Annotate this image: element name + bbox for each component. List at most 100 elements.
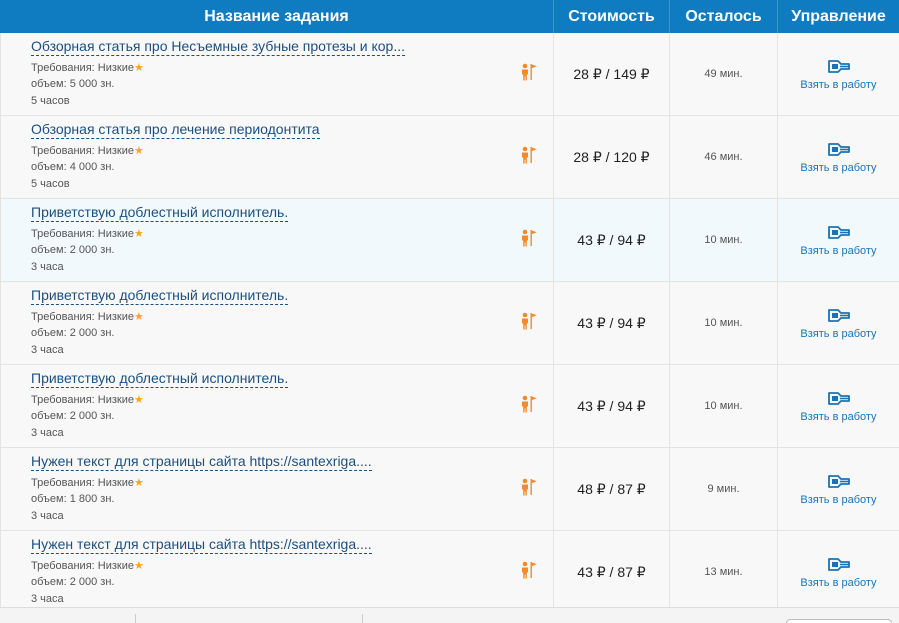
task-cost: 28 ₽ / 120 ₽ [554,116,670,198]
task-duration: 3 часа [31,261,64,273]
person-with-flag-icon [522,63,537,81]
task-title-link[interactable]: Нужен текст для страницы сайта https://s… [31,453,372,471]
task-volume: объем: 2 000 зн. [31,576,115,588]
take-task-action[interactable]: Взять в работу [778,448,899,530]
column-header-cost[interactable]: Стоимость [554,0,670,33]
person-with-flag-icon [522,229,537,247]
task-time-left: 49 мин. [670,33,778,115]
take-task-action[interactable]: Взять в работу [778,282,899,364]
task-duration: 5 часов [31,95,70,107]
requirements-text: Требования: Низкие [31,560,134,572]
task-requirements: Требования: Низкие★ [31,61,144,74]
star-icon: ★ [133,560,144,572]
task-volume: объем: 2 000 зн. [31,244,115,256]
task-cost: 43 ₽ / 94 ₽ [554,282,670,364]
task-cost: 43 ₽ / 87 ₽ [554,531,670,613]
table-row: Приветствую доблестный исполнитель. Треб… [0,282,899,365]
requirements-text: Требования: Низкие [31,228,134,240]
task-title-cell: Обзорная статья про Несъемные зубные про… [0,33,554,115]
table-header: Название задания Стоимость Осталось Упра… [0,0,899,33]
footer-button[interactable] [786,619,892,623]
take-task-action[interactable]: Взять в работу [778,116,899,198]
take-task-icon[interactable] [826,141,852,159]
take-task-icon[interactable] [826,390,852,408]
task-cost: 48 ₽ / 87 ₽ [554,448,670,530]
task-volume: объем: 2 000 зн. [31,327,115,339]
task-volume: объем: 5 000 зн. [31,78,115,90]
take-task-action[interactable]: Взять в работу [778,33,899,115]
take-task-button[interactable]: Взять в работу [800,577,876,589]
task-time-left: 9 мин. [670,448,778,530]
task-requirements: Требования: Низкие★ [31,227,144,240]
star-icon: ★ [133,62,144,74]
task-title-link[interactable]: Приветствую доблестный исполнитель. [31,204,289,222]
task-title-link[interactable]: Нужен текст для страницы сайта https://s… [31,536,372,554]
take-task-icon[interactable] [826,307,852,325]
person-with-flag-icon [522,561,537,579]
tasks-table: Название задания Стоимость Осталось Упра… [0,0,899,614]
task-requirements: Требования: Низкие★ [31,310,144,323]
task-title-link[interactable]: Обзорная статья про Несъемные зубные про… [31,38,405,56]
take-task-action[interactable]: Взять в работу [778,365,899,447]
task-title-cell: Нужен текст для страницы сайта https://s… [0,448,554,530]
task-title-cell: Приветствую доблестный исполнитель. Треб… [0,282,554,364]
take-task-action[interactable]: Взять в работу [778,531,899,613]
table-row: Приветствую доблестный исполнитель. Треб… [0,365,899,448]
task-time-left: 10 мин. [670,365,778,447]
task-requirements: Требования: Низкие★ [31,144,144,157]
task-requirements: Требования: Низкие★ [31,476,144,489]
table-body: Обзорная статья про Несъемные зубные про… [0,33,899,614]
column-header-manage: Управление [791,7,886,25]
task-title-link[interactable]: Приветствую доблестный исполнитель. [31,370,289,388]
task-duration: 3 часа [31,344,64,356]
task-title-cell: Обзорная статья про лечение периодонтита… [0,116,554,198]
footer-divider [135,614,136,623]
task-requirements: Требования: Низкие★ [31,393,144,406]
take-task-button[interactable]: Взять в работу [800,494,876,506]
take-task-button[interactable]: Взять в работу [800,79,876,91]
task-duration: 3 часа [31,427,64,439]
requirements-text: Требования: Низкие [31,311,134,323]
task-cost: 43 ₽ / 94 ₽ [554,199,670,281]
star-icon: ★ [133,477,144,489]
table-row: Нужен текст для страницы сайта https://s… [0,448,899,531]
task-time-left: 10 мин. [670,199,778,281]
task-duration: 3 часа [31,593,64,605]
table-row: Приветствую доблестный исполнитель. Треб… [0,199,899,282]
requirements-text: Требования: Низкие [31,145,134,157]
take-task-icon[interactable] [826,473,852,491]
take-task-button[interactable]: Взять в работу [800,411,876,423]
task-volume: объем: 1 800 зн. [31,493,115,505]
star-icon: ★ [133,145,144,157]
task-volume: объем: 4 000 зн. [31,161,115,173]
person-with-flag-icon [522,478,537,496]
table-row: Нужен текст для страницы сайта https://s… [0,531,899,614]
task-volume: объем: 2 000 зн. [31,410,115,422]
task-title-link[interactable]: Обзорная статья про лечение периодонтита [31,121,320,139]
task-title-link[interactable]: Приветствую доблестный исполнитель. [31,287,289,305]
task-title-cell: Нужен текст для страницы сайта https://s… [0,531,554,613]
take-task-icon[interactable] [826,224,852,242]
task-requirements: Требования: Низкие★ [31,559,144,572]
person-with-flag-icon [522,146,537,164]
column-header-title[interactable]: Название задания [0,0,554,33]
column-header-time-left[interactable]: Осталось [670,0,778,33]
star-icon: ★ [133,311,144,323]
take-task-button[interactable]: Взять в работу [800,328,876,340]
take-task-action[interactable]: Взять в работу [778,199,899,281]
table-row: Обзорная статья про Несъемные зубные про… [0,33,899,116]
take-task-button[interactable]: Взять в работу [800,245,876,257]
task-title-cell: Приветствую доблестный исполнитель. Треб… [0,365,554,447]
footer-bar [0,607,899,623]
person-with-flag-icon [522,395,537,413]
task-duration: 3 часа [31,510,64,522]
footer-divider [362,614,363,623]
task-cost: 28 ₽ / 149 ₽ [554,33,670,115]
take-task-icon[interactable] [826,58,852,76]
take-task-button[interactable]: Взять в работу [800,162,876,174]
take-task-icon[interactable] [826,556,852,574]
task-time-left: 13 мин. [670,531,778,613]
task-cost: 43 ₽ / 94 ₽ [554,365,670,447]
task-duration: 5 часов [31,178,70,190]
requirements-text: Требования: Низкие [31,394,134,406]
